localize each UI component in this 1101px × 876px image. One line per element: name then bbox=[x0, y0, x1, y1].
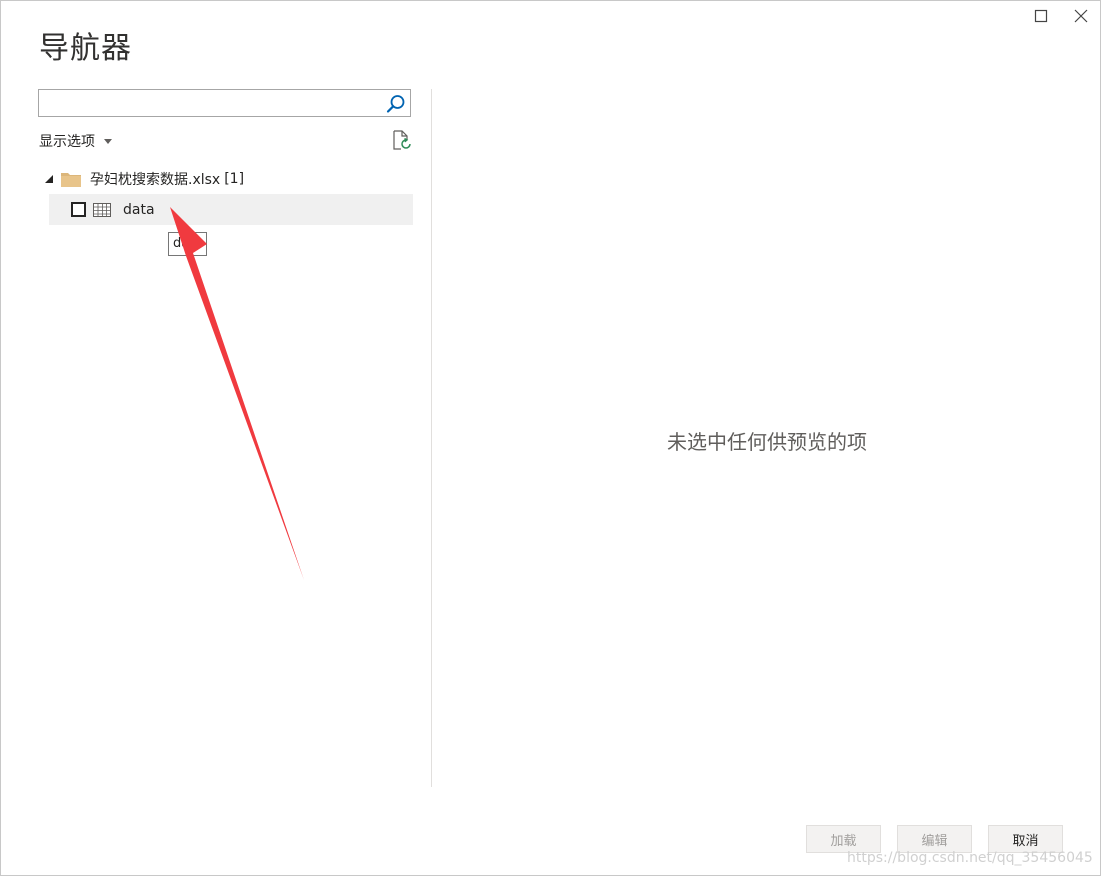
refresh-file-icon[interactable] bbox=[390, 129, 412, 151]
cancel-button[interactable]: 取消 bbox=[988, 825, 1063, 853]
page-title: 导航器 bbox=[39, 31, 132, 66]
maximize-icon bbox=[1034, 9, 1048, 23]
caret-down-icon bbox=[104, 138, 112, 144]
watermark: https://blog.csdn.net/qq_35456045 bbox=[847, 850, 1093, 866]
data-label: data bbox=[123, 201, 155, 218]
expand-triangle-icon[interactable] bbox=[45, 175, 53, 183]
tree-item-data[interactable]: data bbox=[49, 194, 413, 225]
search-field[interactable] bbox=[38, 89, 411, 117]
folder-icon bbox=[61, 173, 81, 187]
preview-empty-message: 未选中任何供预览的项 bbox=[667, 430, 867, 454]
data-checkbox[interactable] bbox=[71, 202, 86, 217]
maximize-button[interactable] bbox=[1029, 7, 1053, 29]
workbook-label: 孕妇枕搜索数据.xlsx bbox=[90, 172, 221, 188]
close-icon bbox=[1074, 9, 1088, 23]
search-icon[interactable] bbox=[385, 93, 407, 115]
navigator-window: 导航器 显示选项 孕妇枕搜索数据.xlsx [1] data data 未选中任… bbox=[0, 0, 1101, 876]
tree-item-workbook[interactable]: 孕妇枕搜索数据.xlsx [1] bbox=[45, 167, 413, 191]
load-button[interactable]: 加载 bbox=[806, 825, 881, 853]
workbook-count: [1] bbox=[224, 171, 245, 187]
tooltip: data bbox=[168, 232, 208, 256]
search-input[interactable] bbox=[43, 92, 387, 116]
table-icon bbox=[93, 202, 111, 217]
close-button[interactable] bbox=[1069, 7, 1093, 29]
display-options-dropdown[interactable]: 显示选项 bbox=[39, 131, 112, 151]
edit-button[interactable]: 编辑 bbox=[897, 825, 972, 853]
display-options-label: 显示选项 bbox=[39, 134, 95, 150]
